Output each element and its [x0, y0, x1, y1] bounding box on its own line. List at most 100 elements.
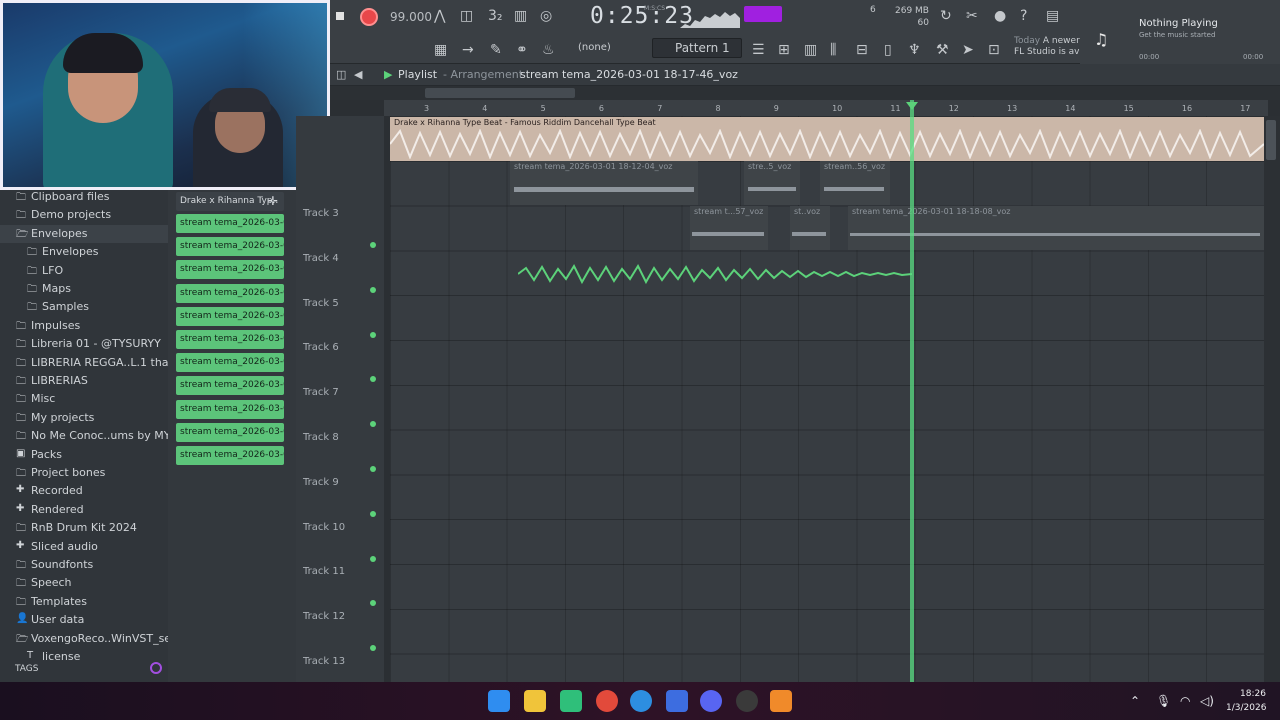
speaker-icon[interactable]: ◀	[354, 68, 362, 81]
track-mute-led[interactable]	[370, 286, 376, 293]
help-icon[interactable]: ?	[1020, 8, 1027, 24]
edge-icon[interactable]	[630, 690, 652, 712]
channel-item[interactable]: stream tema_2026-03-0..	[176, 446, 284, 465]
track-label[interactable]: Track 8	[303, 432, 339, 443]
time-display[interactable]: 0:25:23	[590, 3, 694, 29]
plugin-icon[interactable]: ♆	[908, 42, 921, 58]
channel-item[interactable]: stream tema_2026-03-0..	[176, 399, 284, 419]
playhead-marker[interactable]	[906, 102, 918, 110]
tray-chevron-icon[interactable]: ⌃	[1130, 694, 1140, 708]
playlist-selected-file[interactable]: stream tema_2026-03-01 18-17-46_voz	[520, 68, 738, 81]
browser-item[interactable]: 🗁 Envelopes	[0, 224, 168, 243]
chrome-icon[interactable]	[596, 690, 618, 712]
track-mute-led[interactable]	[370, 555, 376, 562]
tray-wifi-icon[interactable]: ◠	[1180, 694, 1190, 708]
browser-item[interactable]: 🗀 Project bones	[0, 464, 168, 482]
pattern-snap[interactable]: (none)	[578, 42, 611, 53]
clock-date[interactable]: 1/3/2026	[1226, 703, 1266, 713]
track-label[interactable]: Track 12	[303, 611, 345, 622]
browser-item[interactable]: ✚ Sliced audio	[0, 538, 168, 556]
add-channel-icon[interactable]: ✛	[268, 194, 278, 208]
record-button[interactable]	[360, 8, 378, 26]
browser-item[interactable]: 🗀 Soundfonts	[0, 556, 168, 574]
playlist-arrangement[interactable]: - Arrangement	[443, 68, 523, 81]
clip-beat[interactable]: Drake x Rihanna Type Beat - Famous Riddi…	[390, 117, 1264, 161]
channel-item[interactable]: stream tema_2026-03-0..	[176, 330, 284, 349]
wrench-icon[interactable]: ⚒	[936, 42, 949, 58]
clip-voz-1[interactable]: stream tema_2026-03-01 18-12-04_voz	[510, 161, 698, 205]
pattern-selector[interactable]: Pattern 1	[652, 38, 742, 58]
browser-item[interactable]: ▣ Packs	[0, 446, 168, 464]
mixer-icon[interactable]: ▥	[804, 42, 817, 58]
track-label[interactable]: Track 3	[303, 208, 339, 219]
track-label[interactable]: Track 13	[303, 656, 345, 667]
tray-mic-icon[interactable]: 🎙	[1156, 694, 1171, 708]
faders-icon[interactable]: ⫼	[830, 42, 836, 58]
vertical-scrollbar[interactable]	[1264, 116, 1280, 682]
browser-item[interactable]: 🗀 Impulses	[0, 317, 168, 335]
metronome-icon[interactable]: ⋀	[434, 8, 445, 24]
playhead-line[interactable]	[910, 100, 914, 682]
clip-voz-5[interactable]: st..voz	[790, 206, 830, 250]
browser-item[interactable]: 🗀 Demo projects	[0, 206, 168, 224]
mic-icon[interactable]: ●	[994, 8, 1006, 24]
track-mute-led[interactable]	[370, 331, 376, 338]
brush-icon[interactable]: ✎	[490, 42, 502, 58]
channel-item[interactable]: stream tema_2026-03-0..	[176, 214, 284, 233]
browser-item[interactable]: 🗀 LIBRERIAS	[0, 372, 168, 390]
play-icon[interactable]: ▶	[384, 68, 392, 81]
store-icon[interactable]	[666, 690, 688, 712]
browser-item[interactable]: 🗀 LFO	[0, 262, 168, 280]
browser-item[interactable]: 🗀 Clipboard files	[0, 188, 168, 206]
browser-item[interactable]: ✚ Rendered	[0, 501, 168, 519]
playlist-scrollbar-thumb[interactable]	[425, 88, 575, 98]
app-icon[interactable]	[560, 690, 582, 712]
save-icon[interactable]: ▤	[1046, 8, 1059, 24]
track-label[interactable]: Track 10	[303, 522, 345, 533]
clip-recording[interactable]	[518, 262, 912, 286]
track-label[interactable]: Track 4	[303, 253, 339, 264]
steam-icon[interactable]	[736, 690, 758, 712]
channel-item[interactable]: stream tema_2026-03-0..	[176, 422, 284, 442]
channel-item[interactable]: stream tema_2026-03-0..	[176, 306, 284, 326]
windows-start-icon[interactable]	[488, 690, 510, 712]
step-icon[interactable]: ▥	[514, 8, 527, 24]
playlist-icon[interactable]: ☰	[752, 42, 765, 58]
browser-item[interactable]: 🗀 Misc	[0, 390, 168, 408]
track-label[interactable]: Track 7	[303, 387, 339, 398]
tags-search-icon[interactable]	[150, 662, 162, 674]
browser-item[interactable]: 🗀 LIBRERIA REGGA..L.1 thatboy r	[0, 354, 168, 372]
loop-record-icon[interactable]: ◎	[540, 8, 552, 24]
channel-item[interactable]: stream tema_2026-03-0..	[176, 283, 284, 303]
refresh-icon[interactable]: ↻	[940, 8, 952, 24]
arrow-right-icon[interactable]: ➤	[962, 42, 974, 58]
browser-item[interactable]: 🗀 Libreria 01 - @TYSURYY	[0, 335, 168, 353]
browser-item[interactable]: 🗀 Speech	[0, 574, 168, 592]
track-mute-led[interactable]	[370, 466, 376, 472]
track-mute-led[interactable]	[370, 242, 376, 248]
track-label[interactable]: Track 5	[303, 298, 339, 309]
browser-item[interactable]: 🗀 Templates	[0, 593, 168, 611]
channel-item[interactable]: stream tema_2026-03-0..	[176, 353, 284, 373]
cut-icon[interactable]: ✂	[966, 8, 978, 24]
browser-item[interactable]: 🗀 Samples	[0, 298, 168, 316]
wait-icon[interactable]: ◫	[460, 8, 473, 24]
channel-item[interactable]: stream tema_2026-03-0..	[176, 237, 284, 257]
track-mute-led[interactable]	[370, 510, 376, 517]
browser-item[interactable]: 🗀 Maps	[0, 280, 168, 298]
fl-studio-icon[interactable]	[770, 690, 792, 712]
browser-item[interactable]: 🗁VoxengoReco..WinVST_setup	[0, 630, 168, 648]
track-label[interactable]: Track 11	[303, 566, 345, 577]
vertical-scrollbar-thumb[interactable]	[1266, 120, 1276, 160]
channel-item[interactable]: stream tema_2026-03-0..	[176, 260, 284, 280]
channel-rack-icon[interactable]: ⊞	[778, 42, 790, 58]
browser-item[interactable]: 🗀 No Me Conoc..ums by MYMBA	[0, 427, 168, 445]
browser-item[interactable]: 🗀 Envelopes	[0, 243, 168, 261]
browser-icon[interactable]: ⊟	[856, 42, 868, 58]
clip-voz-4[interactable]: stream t...57_voz	[690, 206, 768, 250]
piano-icon[interactable]: ▦	[434, 42, 447, 58]
cart-icon[interactable]: ⊡	[988, 42, 1000, 58]
stop-button[interactable]	[336, 12, 344, 20]
link-icon[interactable]: ⚭	[516, 42, 528, 58]
countdown-icon[interactable]: 3₂	[488, 8, 503, 24]
